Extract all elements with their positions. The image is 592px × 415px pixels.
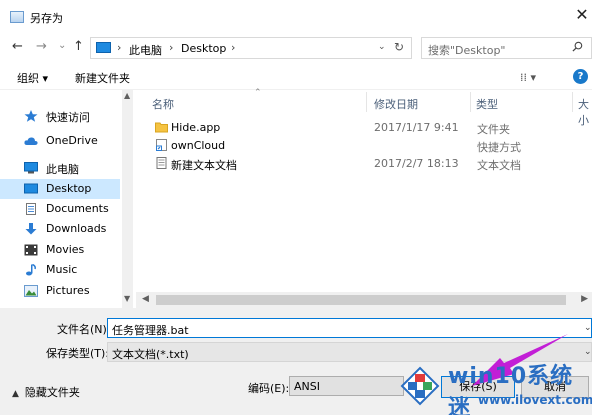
encoding-value: ANSI — [294, 380, 320, 393]
movies-icon — [24, 244, 38, 256]
encoding-label: 编码(E): — [248, 382, 290, 395]
cloud-icon — [24, 137, 38, 145]
table-row[interactable]: ownCloud 快捷方式 — [151, 137, 581, 155]
computer-icon — [96, 42, 111, 53]
scrollbar-thumb[interactable] — [156, 295, 566, 305]
pictures-icon — [24, 285, 38, 297]
sidebar-item-desktop[interactable]: Desktop — [0, 179, 120, 199]
downloads-icon — [25, 223, 37, 235]
column-divider[interactable] — [366, 92, 367, 112]
sidebar-item-label: Documents — [46, 202, 109, 215]
organize-button[interactable]: 组织 ▾ — [17, 70, 48, 86]
sidebar-item-downloads[interactable]: Downloads — [0, 219, 120, 239]
breadcrumb-separator: › — [231, 41, 236, 54]
scroll-down-icon[interactable]: ▼ — [124, 294, 130, 303]
sidebar-item-label: Pictures — [46, 284, 90, 297]
address-bar[interactable]: › 此电脑 › Desktop › ⌄ ↻ — [90, 37, 412, 59]
breadcrumb-desktop[interactable]: Desktop — [181, 42, 226, 55]
column-divider[interactable] — [572, 92, 573, 112]
breadcrumb-separator: › — [169, 41, 174, 54]
table-row[interactable]: 新建文本文档 2017/2/7 18:13 文本文档 — [151, 155, 581, 173]
sidebar-item-label: Downloads — [46, 222, 107, 235]
column-header-type[interactable]: 类型 — [476, 96, 498, 112]
up-button[interactable]: ↑ — [73, 39, 84, 55]
scroll-up-icon[interactable]: ▲ — [124, 91, 130, 100]
sidebar-item-movies[interactable]: Movies — [0, 240, 120, 260]
row-type: 文本文档 — [477, 159, 521, 172]
refresh-icon[interactable]: ↻ — [394, 40, 404, 54]
breadcrumb-separator: › — [117, 41, 122, 54]
chevron-down-icon[interactable]: ⌄ — [378, 42, 386, 52]
back-button[interactable]: ← — [12, 39, 23, 55]
sort-ascending-icon: ⌃ — [254, 88, 262, 98]
sidebar-item-label: Desktop — [46, 182, 92, 195]
help-icon[interactable]: ? — [573, 69, 588, 84]
filename-input[interactable]: 任务管理器.bat — [112, 322, 189, 338]
sidebar-item-label: 快速访问 — [46, 111, 90, 124]
chevron-up-icon: ▲ — [12, 389, 19, 399]
row-date: 2017/2/7 18:13 — [374, 157, 459, 170]
watermark-logo-icon — [400, 366, 440, 406]
sidebar-item-quick-access[interactable]: 快速访问 — [0, 106, 120, 126]
chevron-down-icon[interactable]: ⌄ — [584, 323, 592, 333]
table-row[interactable]: Hide.app 2017/1/17 9:41 文件夹 — [151, 119, 581, 137]
star-icon — [24, 110, 38, 122]
sidebar-item-music[interactable]: Music — [0, 260, 120, 280]
command-bar: 组织 ▾ 新建文件夹 ⁞⁞ ▾ ? — [0, 64, 592, 90]
chevron-down-icon[interactable]: ⌄ — [584, 347, 592, 357]
row-date: 2017/1/17 9:41 — [374, 121, 459, 134]
sidebar-item-onedrive[interactable]: OneDrive — [0, 131, 120, 151]
column-divider[interactable] — [470, 92, 471, 112]
window-title: 另存为 — [30, 12, 63, 25]
desktop-icon — [24, 183, 38, 194]
scroll-left-icon[interactable]: ◀ — [142, 294, 149, 304]
column-header-name[interactable]: 名称 — [152, 96, 174, 112]
row-type: 文件夹 — [477, 123, 510, 136]
close-button[interactable]: ✕ — [572, 4, 592, 26]
sidebar-item-this-pc[interactable]: 此电脑 — [0, 158, 120, 178]
hide-folders-label: 隐藏文件夹 — [24, 386, 80, 399]
search-box[interactable]: 搜索"Desktop" — [421, 37, 592, 59]
sidebar-item-documents[interactable]: Documents — [0, 199, 120, 219]
notepad-icon — [10, 11, 24, 23]
sidebar-item-label: Movies — [46, 243, 85, 256]
scroll-right-icon[interactable]: ▶ — [581, 294, 588, 304]
sidebar-scrollbar[interactable]: ▲ ▼ — [122, 90, 133, 308]
folder-icon — [155, 122, 168, 133]
sidebar-item-label: Music — [46, 263, 78, 276]
encoding-select[interactable]: ANSI — [289, 376, 404, 396]
row-type: 快捷方式 — [477, 141, 521, 154]
filetype-label: 保存类型(T): — [46, 347, 110, 360]
breadcrumb-this-pc[interactable]: 此电脑 — [129, 42, 162, 58]
computer-icon — [24, 162, 38, 174]
column-header-date[interactable]: 修改日期 — [374, 96, 418, 112]
hide-folders-toggle[interactable]: ▲ 隐藏文件夹 — [12, 384, 80, 400]
sidebar-item-label: 此电脑 — [46, 163, 79, 176]
documents-icon — [26, 203, 36, 215]
row-name: Hide.app — [171, 121, 221, 134]
file-list: ⌃ 名称 修改日期 类型 大小 Hide.app 2017/1/17 9:41 … — [136, 88, 592, 308]
sidebar-item-pictures[interactable]: Pictures — [0, 281, 120, 301]
text-file-icon — [156, 157, 167, 169]
navigation-pane: 快速访问 OneDrive 此电脑 Desktop Documents Down… — [0, 90, 122, 308]
horizontal-scrollbar[interactable]: ◀ ▶ — [136, 292, 592, 308]
shortcut-icon — [156, 139, 167, 151]
search-icon[interactable] — [572, 41, 583, 52]
row-name: 新建文本文档 — [171, 159, 237, 172]
title-bar: 另存为 ✕ — [0, 0, 592, 32]
music-icon — [26, 264, 36, 276]
recent-locations-button[interactable]: ⌄ — [58, 38, 66, 54]
view-options-icon[interactable]: ⁞⁞ ▾ — [520, 71, 536, 84]
new-folder-button[interactable]: 新建文件夹 — [75, 70, 130, 86]
filename-label: 文件名(N): — [57, 323, 111, 336]
forward-button[interactable]: → — [36, 39, 47, 55]
watermark-url: www.ilovext.com — [478, 393, 592, 407]
search-input[interactable]: 搜索"Desktop" — [428, 42, 505, 58]
filetype-value: 文本文档(*.txt) — [112, 348, 189, 361]
sidebar-item-label: OneDrive — [46, 134, 98, 147]
row-name: ownCloud — [171, 139, 226, 152]
